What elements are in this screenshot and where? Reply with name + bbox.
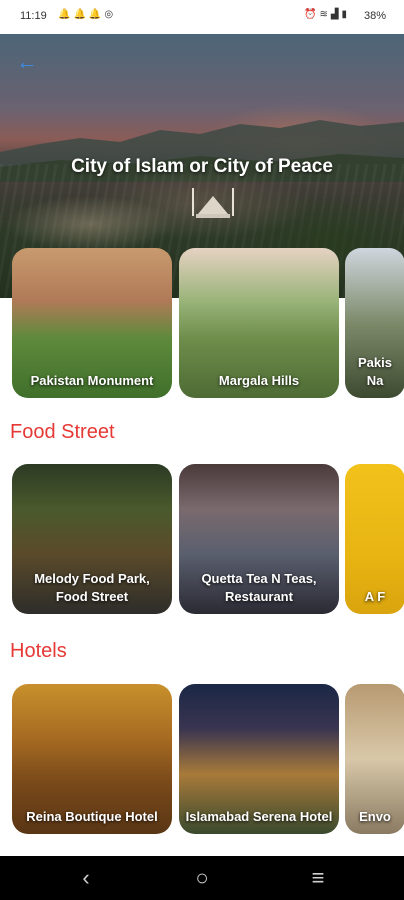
notification-bell-icon: 🔔 — [73, 9, 89, 20]
signal-icon: ▟ — [330, 9, 342, 20]
alarm-icon: ⏰ — [304, 9, 320, 20]
card-label: Pakistan Monument — [30, 373, 154, 388]
card-label: Margala Hills — [218, 373, 300, 388]
back-arrow-icon[interactable]: ← — [16, 50, 40, 74]
attraction-card[interactable]: Margala Hills — [179, 248, 339, 398]
battery-level: 38% — [364, 10, 387, 22]
system-icons: ⏰≋▟▮ — [304, 9, 350, 20]
section-title-food-street: Food Street — [10, 421, 115, 443]
page-title: City of Islam or City of Peace — [71, 156, 333, 177]
hotel-card[interactable]: Islamabad Serena Hotel — [179, 684, 339, 834]
attraction-card[interactable]: Pakistan Monument — [12, 248, 172, 398]
hotel-card[interactable]: Reina Boutique Hotel — [12, 684, 172, 834]
status-time: 11:19 — [20, 10, 47, 22]
notification-bell-icon: 🔔 — [58, 9, 74, 20]
card-label: A F — [364, 589, 386, 604]
wifi-icon: ≋ — [319, 9, 331, 20]
card-label: Quetta Tea N Teas, Restaurant — [201, 571, 317, 604]
hotel-card[interactable]: Envo — [345, 684, 404, 834]
food-street-card[interactable]: Quetta Tea N Teas, Restaurant — [179, 464, 339, 614]
food-street-card[interactable]: Melody Food Park, Food Street — [12, 464, 172, 614]
card-label: Pakis Na — [358, 355, 392, 388]
section-title-hotels: Hotels — [10, 640, 67, 662]
instagram-icon: ◎ — [104, 9, 117, 20]
card-label: Islamabad Serena Hotel — [185, 809, 333, 824]
battery-icon: ▮ — [341, 9, 351, 20]
notification-icons: 🔔🔔🔔◎ — [58, 9, 116, 20]
card-label: Envo — [359, 809, 391, 824]
food-street-card[interactable]: A F — [345, 464, 404, 614]
menu-lines-icon[interactable]: ≡ — [296, 856, 340, 900]
status-bar: 11:19 🔔🔔🔔◎ ⏰≋▟▮ 38% — [0, 0, 404, 34]
back-chevron-icon[interactable]: ‹ — [64, 856, 108, 900]
mosque-silhouette — [192, 188, 234, 218]
navigation-bar: ‹ ○ ≡ — [0, 856, 404, 900]
notification-bell-icon: 🔔 — [88, 9, 105, 20]
home-circle-icon[interactable]: ○ — [180, 856, 224, 900]
card-label: Reina Boutique Hotel — [26, 809, 158, 824]
card-label: Melody Food Park, Food Street — [34, 571, 150, 604]
attraction-card[interactable]: Pakis Na — [345, 248, 404, 398]
